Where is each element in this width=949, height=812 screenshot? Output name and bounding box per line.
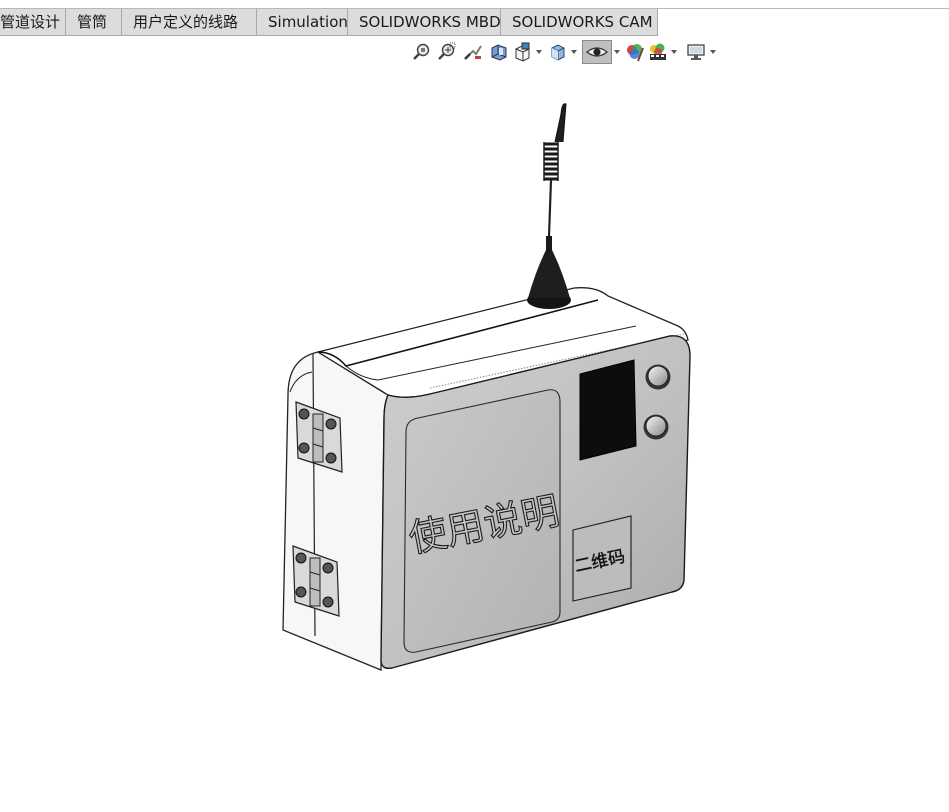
view-orientation-dropdown-icon[interactable]	[534, 40, 543, 64]
view-settings-dropdown-icon[interactable]	[708, 40, 717, 64]
tab-user-defined-routing[interactable]: 用户定义的线路	[121, 9, 257, 36]
control-knob-lower	[643, 414, 669, 440]
previous-view-icon[interactable]	[460, 40, 486, 64]
tab-simulation[interactable]: Simulation	[256, 9, 348, 36]
edit-appearance-icon[interactable]	[623, 40, 647, 64]
apply-scene-dropdown-icon[interactable]	[669, 40, 678, 64]
enclosure-model: 使用说明 二维码	[282, 103, 691, 671]
apply-scene-icon[interactable]	[647, 40, 669, 64]
control-knob-upper	[645, 364, 671, 390]
display-screen	[579, 359, 637, 461]
tab-piping[interactable]: 管道设计	[0, 9, 66, 36]
antenna	[527, 103, 571, 309]
tab-solidworks-cam[interactable]: SOLIDWORKS CAM	[500, 9, 658, 36]
display-style-icon[interactable]	[547, 40, 569, 64]
heads-up-view-toolbar	[410, 39, 717, 65]
hide-show-items-icon[interactable]	[582, 40, 612, 64]
tab-tubing[interactable]: 管筒	[65, 9, 122, 36]
hide-show-dropdown-icon[interactable]	[612, 40, 621, 64]
zoom-to-area-icon[interactable]	[434, 40, 460, 64]
zoom-to-fit-icon[interactable]	[410, 40, 434, 64]
view-orientation-icon[interactable]	[512, 40, 534, 64]
command-manager-tabs: 管道设计 管筒 用户定义的线路 Simulation SOLIDWORKS MB…	[0, 9, 658, 36]
tab-solidworks-mbd[interactable]: SOLIDWORKS MBD	[347, 9, 501, 36]
enclosure-side-face	[282, 351, 389, 671]
section-view-icon[interactable]	[486, 40, 512, 64]
window-top-edge	[0, 0, 949, 9]
display-style-dropdown-icon[interactable]	[569, 40, 578, 64]
graphics-area[interactable]: 使用说明 二维码	[0, 66, 949, 808]
view-settings-icon[interactable]	[684, 40, 708, 64]
